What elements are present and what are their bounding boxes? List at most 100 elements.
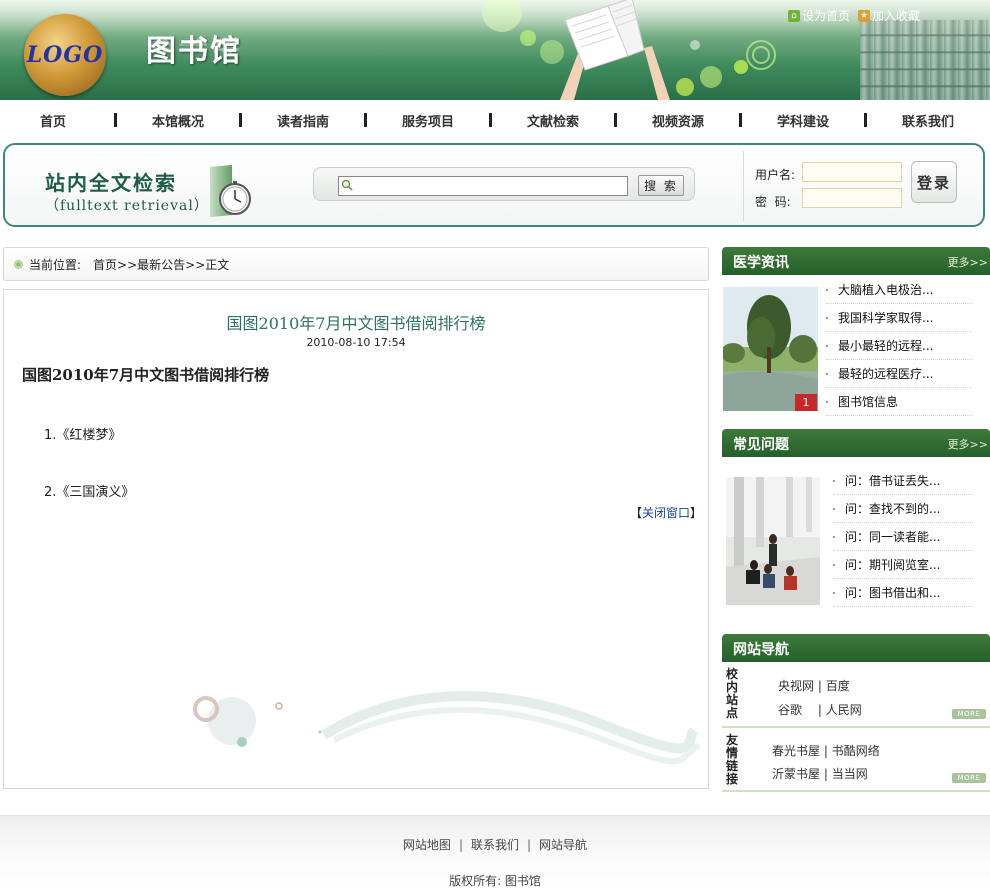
medical-news-header: 医学资讯 更多>>: [722, 247, 990, 275]
medical-news-title: 医学资讯: [733, 255, 789, 271]
nav-item-disciplines[interactable]: 学科建设: [758, 111, 848, 130]
footer-copyright: 版权所有: 图书馆: [449, 874, 541, 888]
faq-list: 问：借书证丢失... 问：查找不到的... 问：同一读者能... 问：期刊阅览室…: [833, 467, 973, 607]
stopwatch-icon: [210, 165, 251, 217]
campus-link[interactable]: 谷歌: [778, 701, 814, 718]
bullet-icon: [833, 563, 835, 566]
footer-link-sitemap[interactable]: 网站地图: [403, 838, 451, 852]
bullet-icon: [826, 316, 828, 319]
open-book-illustration: [560, 0, 670, 100]
nav-item-contact[interactable]: 联系我们: [883, 111, 973, 130]
list-item-label: 最小最轻的远程...: [838, 339, 934, 353]
breadcrumb: 当前位置: 首页>>最新公告>>正文: [3, 247, 709, 281]
article-title: 国图2010年7月中文图书借阅排行榜: [226, 314, 486, 333]
site-logo[interactable]: LOGO: [24, 14, 106, 96]
search-title: 站内全文检索: [45, 171, 177, 195]
site-title-reflection: 图书馆: [146, 34, 242, 54]
password-field[interactable]: [802, 188, 902, 208]
close-bracket-close: 】: [690, 506, 703, 520]
link-row: 沂蒙书屋 | 当当网: [772, 765, 868, 782]
friend-link[interactable]: 当当网: [832, 767, 868, 781]
article-list-item: 2.《三国演义》: [44, 485, 135, 500]
search-input[interactable]: [355, 178, 625, 194]
add-favorite-link[interactable]: ★ 加入收藏: [857, 7, 920, 24]
list-item-label: 问：查找不到的...: [845, 502, 941, 516]
medical-news-list: 大脑植入电极治... 我国科学家取得... 最小最轻的远程... 最轻的远程医疗…: [826, 276, 972, 416]
username-field[interactable]: [802, 162, 902, 182]
favorite-icon: ★: [857, 9, 870, 22]
main-nav: 首页 本馆概况 读者指南 服务项目 文献检索 视频资源 学科建设 联系我们: [0, 100, 990, 140]
list-item[interactable]: 大脑植入电极治...: [826, 276, 972, 304]
site-nav-header: 网站导航: [722, 634, 990, 662]
list-item[interactable]: 问：同一读者能...: [833, 523, 973, 551]
faq-photo[interactable]: [726, 477, 820, 605]
nav-item-about[interactable]: 本馆概况: [133, 111, 223, 130]
breadcrumb-dot-icon: [14, 259, 23, 269]
friend-more-button[interactable]: MORE: [952, 773, 986, 783]
friend-link[interactable]: 书酷网络: [832, 744, 880, 758]
list-item-label: 问：期刊阅览室...: [845, 558, 941, 572]
bullet-icon: [826, 372, 828, 375]
list-item-label: 我国科学家取得...: [838, 311, 934, 325]
list-item-label: 最轻的远程医疗...: [838, 367, 934, 381]
bullet-icon: [833, 591, 835, 594]
site-nav-title: 网站导航: [733, 642, 789, 658]
medical-news-photo[interactable]: 1: [723, 287, 818, 411]
bullet-icon: [833, 507, 835, 510]
campus-link[interactable]: 百度: [826, 679, 850, 693]
search-button[interactable]: 搜 索: [638, 175, 684, 196]
login-button[interactable]: 登录: [911, 161, 957, 203]
list-item[interactable]: 最小最轻的远程...: [826, 332, 972, 360]
list-item-label: 问：借书证丢失...: [845, 474, 941, 488]
photo-index-badge[interactable]: 1: [795, 394, 817, 411]
nav-item-video[interactable]: 视频资源: [633, 111, 723, 130]
article-date: 2010-08-10 17:54: [306, 336, 406, 349]
friend-link[interactable]: 春光书屋: [772, 744, 820, 758]
nav-item-reader-guide[interactable]: 读者指南: [258, 111, 348, 130]
footer-link-navigation[interactable]: 网站导航: [539, 838, 587, 852]
list-item[interactable]: 问：图书借出和...: [833, 579, 973, 607]
students-photo: [726, 477, 820, 605]
nav-separator: [614, 113, 617, 127]
campus-sites-section: 校内站点 央视网 | 百度 谷歌 | 人民网 MORE: [722, 662, 990, 728]
footer-links: 网站地图 | 联系我们 | 网站导航: [0, 836, 990, 853]
tree-photo: [723, 287, 818, 411]
breadcrumb-label: 当前位置:: [29, 257, 82, 272]
friend-link[interactable]: 沂蒙书屋: [772, 767, 820, 781]
list-item[interactable]: 问：查找不到的...: [833, 495, 973, 523]
footer-link-contact[interactable]: 联系我们: [471, 838, 519, 852]
list-item[interactable]: 我国科学家取得...: [826, 304, 972, 332]
site-header: LOGO 图书馆 图书馆 ⌂ 设为首页 ★ 加入收藏: [0, 0, 990, 100]
set-homepage-label: 设为首页: [801, 9, 850, 23]
list-item[interactable]: 问：期刊阅览室...: [833, 551, 973, 579]
campus-more-button[interactable]: MORE: [952, 709, 986, 719]
breadcrumb-path[interactable]: 首页>>最新公告>>正文: [93, 256, 229, 273]
faq-more-link[interactable]: 更多>>: [948, 436, 988, 452]
nav-separator: [739, 113, 742, 127]
campus-link[interactable]: 央视网: [778, 679, 814, 693]
search-icon: [341, 179, 353, 191]
list-item[interactable]: 最轻的远程医疗...: [826, 360, 972, 388]
nav-separator: [489, 113, 492, 127]
link-separator: |: [817, 703, 826, 717]
search-subtitle: （fulltext retrieval）: [45, 198, 209, 214]
close-window-link[interactable]: 【关闭窗口】: [630, 504, 702, 521]
close-bracket-open: 【: [630, 506, 643, 520]
link-separator: |: [823, 767, 832, 781]
list-item-label: 问：同一读者能...: [845, 530, 941, 544]
decor-bubble: [520, 30, 536, 46]
nav-item-home[interactable]: 首页: [8, 111, 98, 130]
search-field-frame: [338, 176, 628, 196]
medical-news-more-link[interactable]: 更多>>: [948, 254, 988, 270]
list-item[interactable]: 图书馆信息: [826, 388, 972, 416]
nav-separator: [114, 113, 117, 127]
nav-item-services[interactable]: 服务项目: [383, 111, 473, 130]
campus-link[interactable]: 人民网: [826, 703, 862, 717]
footer-separator: |: [458, 838, 463, 852]
list-item[interactable]: 问：借书证丢失...: [833, 467, 973, 495]
nav-item-literature-search[interactable]: 文献检索: [508, 111, 598, 130]
bullet-icon: [833, 535, 835, 538]
set-homepage-link[interactable]: ⌂ 设为首页: [787, 7, 850, 24]
link-separator: |: [817, 679, 826, 693]
decor-bubble: [734, 60, 748, 74]
